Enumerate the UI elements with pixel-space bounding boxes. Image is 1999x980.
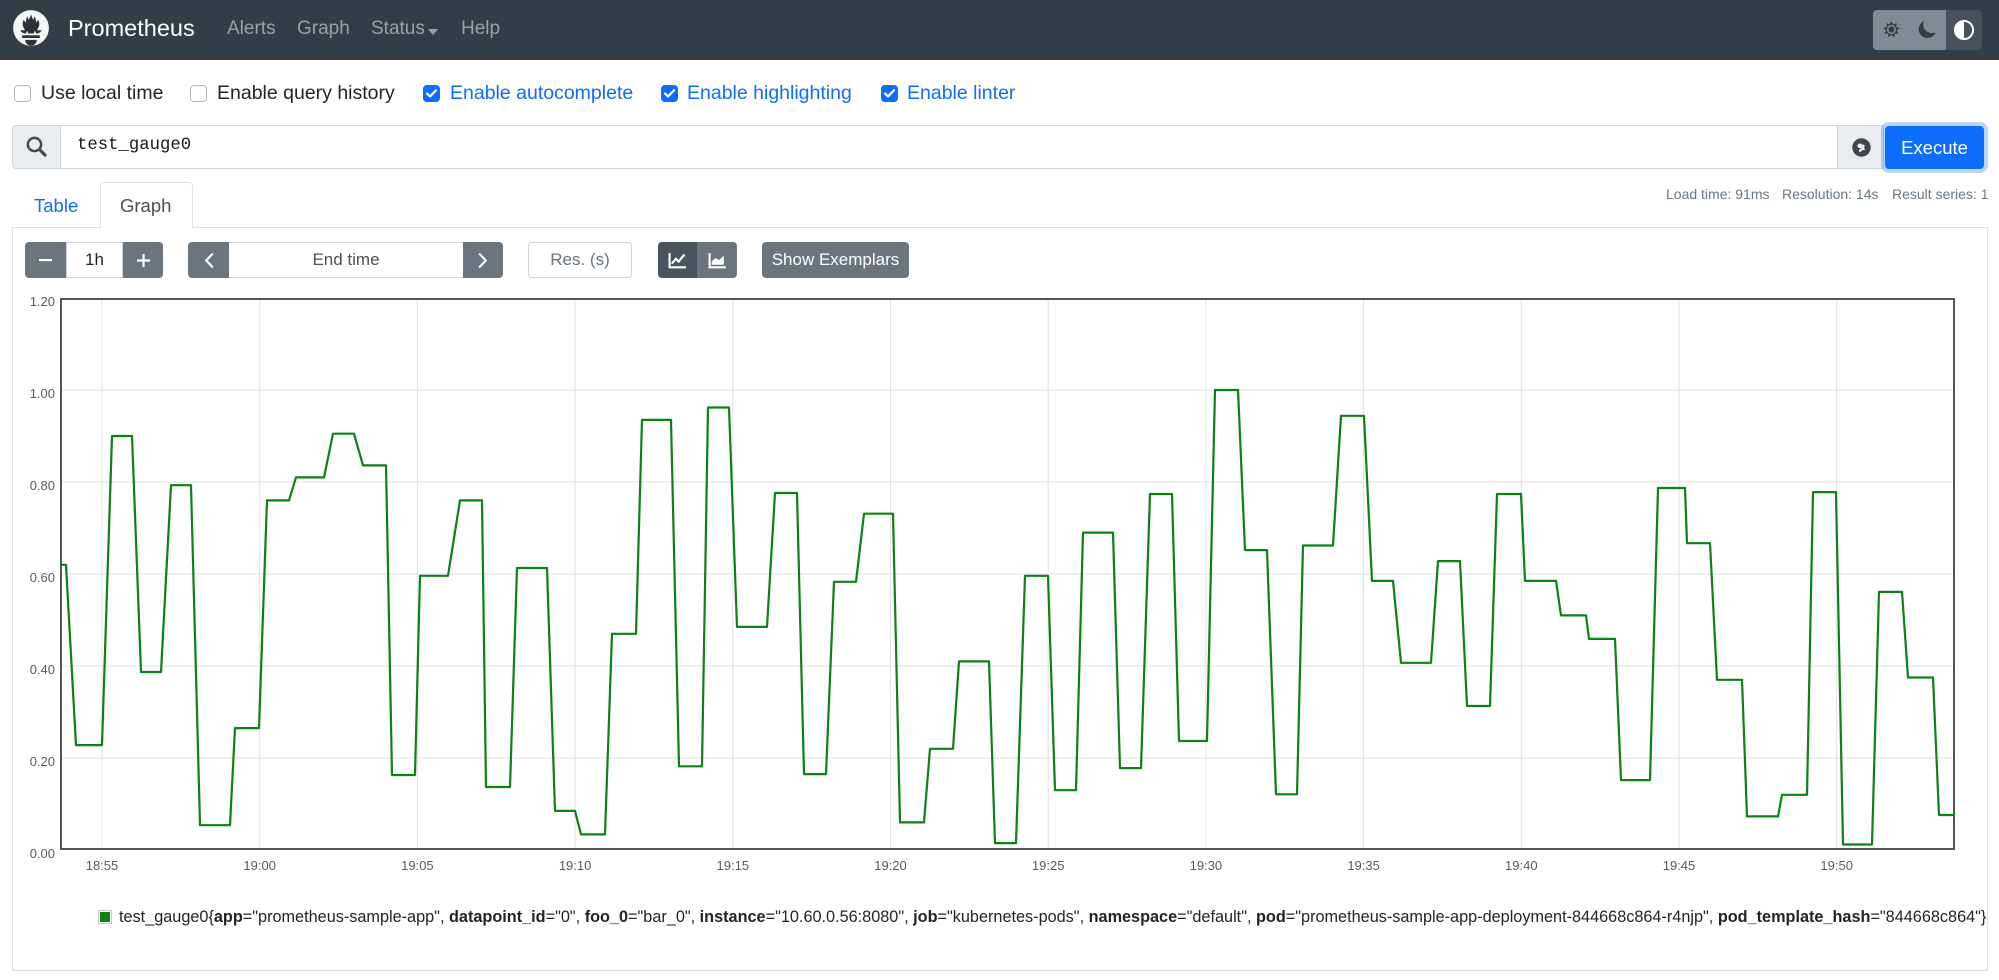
svg-text:19:50: 19:50 bbox=[1820, 858, 1853, 873]
svg-text:0.60: 0.60 bbox=[30, 570, 55, 585]
svg-text:19:10: 19:10 bbox=[559, 858, 592, 873]
svg-text:18:55: 18:55 bbox=[86, 858, 119, 873]
svg-text:19:15: 19:15 bbox=[717, 858, 750, 873]
svg-text:0.40: 0.40 bbox=[30, 662, 55, 677]
svg-text:19:40: 19:40 bbox=[1505, 858, 1538, 873]
svg-text:19:30: 19:30 bbox=[1190, 858, 1223, 873]
svg-text:1.20: 1.20 bbox=[30, 294, 55, 309]
svg-text:19:35: 19:35 bbox=[1347, 858, 1380, 873]
svg-text:0.80: 0.80 bbox=[30, 478, 55, 493]
svg-text:19:45: 19:45 bbox=[1663, 858, 1696, 873]
svg-text:19:25: 19:25 bbox=[1032, 858, 1065, 873]
svg-text:19:20: 19:20 bbox=[874, 858, 907, 873]
svg-text:1.00: 1.00 bbox=[30, 386, 55, 401]
svg-text:0.20: 0.20 bbox=[30, 754, 55, 769]
svg-text:19:00: 19:00 bbox=[243, 858, 276, 873]
svg-text:19:05: 19:05 bbox=[401, 858, 434, 873]
svg-text:0.00: 0.00 bbox=[30, 846, 55, 861]
